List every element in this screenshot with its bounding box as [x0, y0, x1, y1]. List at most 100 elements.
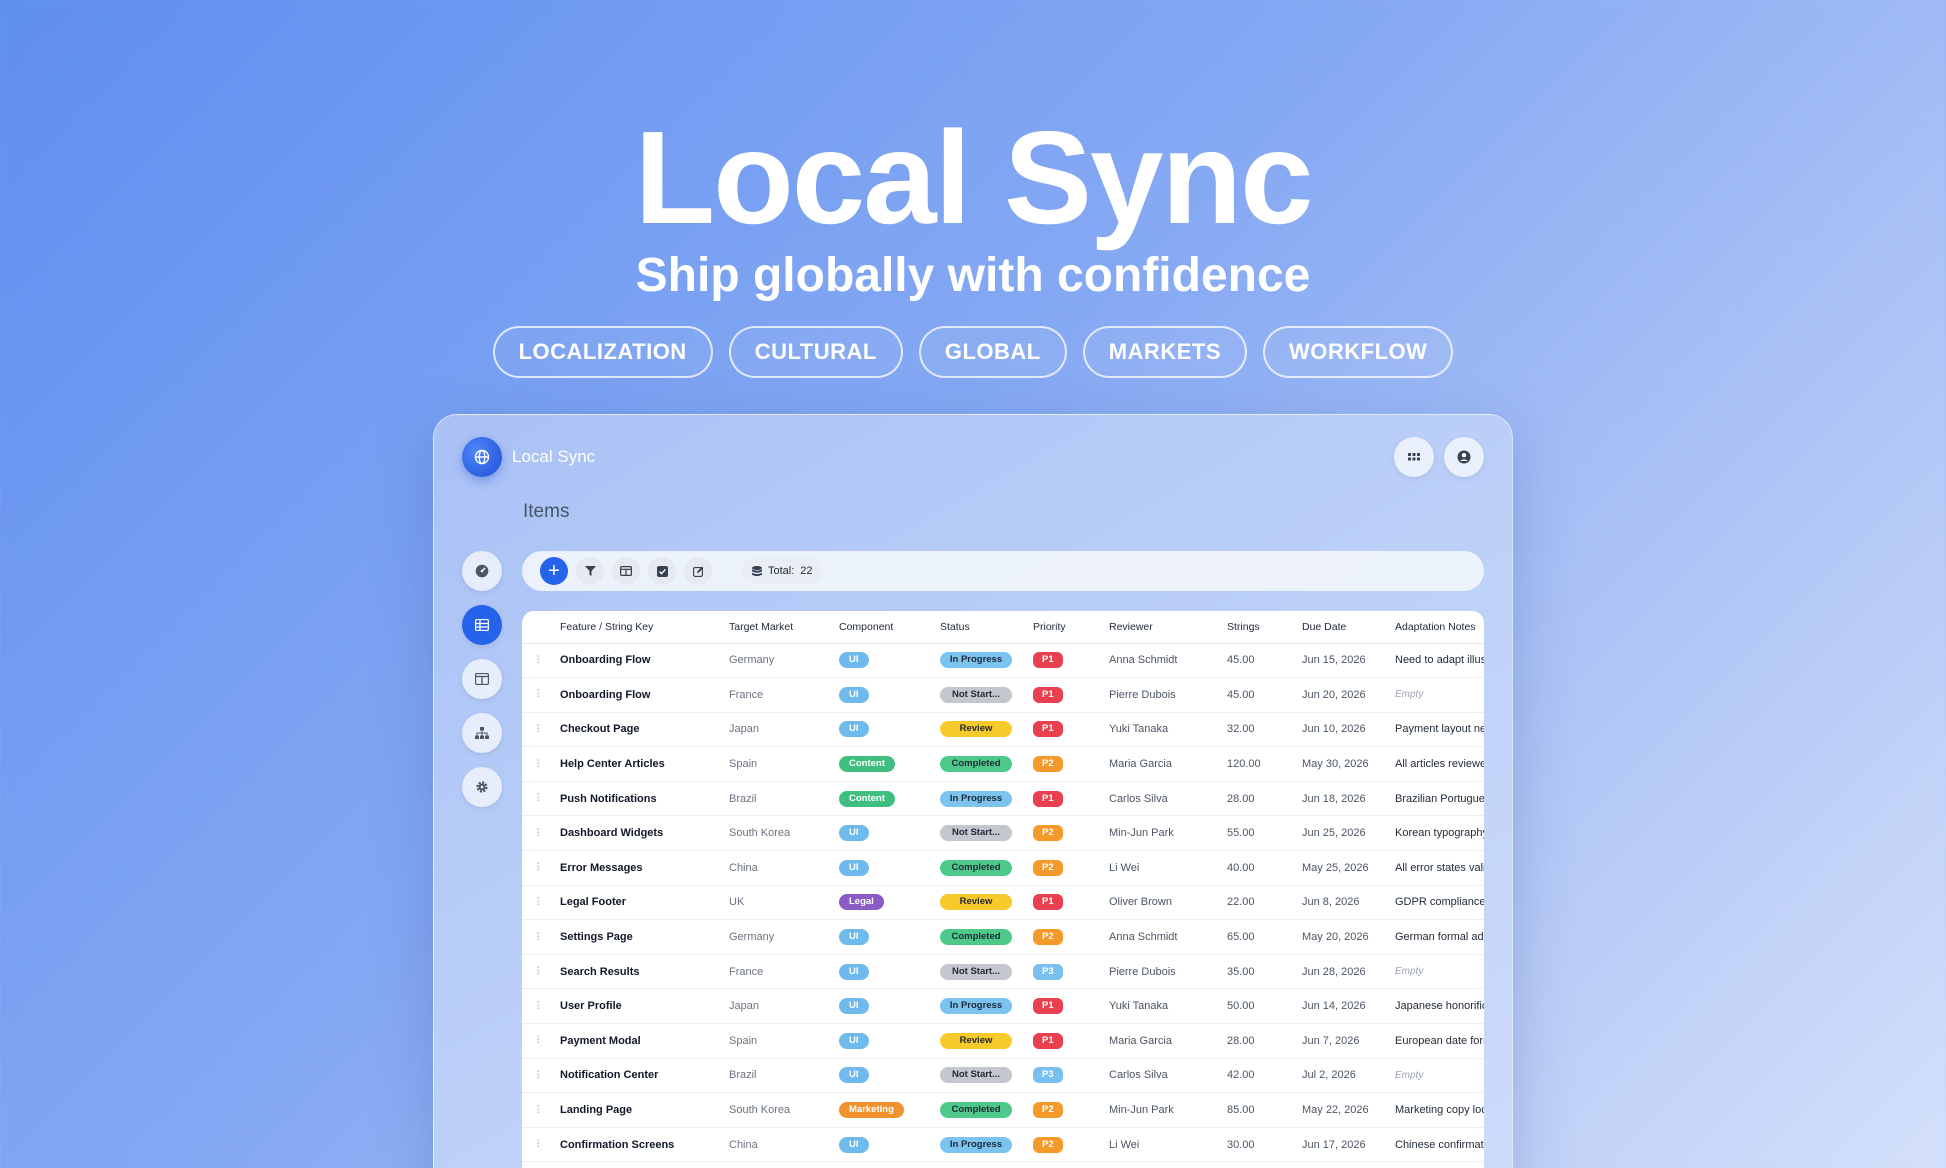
header-priority[interactable]: Priority	[1033, 611, 1109, 644]
globe-icon[interactable]	[462, 437, 502, 477]
cell-strings: 40.00	[1227, 850, 1302, 886]
table-row[interactable]: ⠇ Search Results France UI Not Start... P3 Pie…	[522, 954, 1484, 990]
apps-grid-icon[interactable]	[1394, 437, 1434, 477]
cell-strings: 45.00	[1227, 677, 1302, 713]
component-badge: Marketing	[839, 1102, 904, 1119]
cell-due-date: Jun 25, 2026	[1302, 815, 1395, 852]
drag-handle-icon[interactable]: ⠇	[522, 781, 560, 817]
table-row[interactable]: ⠇ User Profile Japan UI In Progress P1 Yuki Ta…	[522, 988, 1484, 1025]
table-row[interactable]: ⠇ Settings Page Germany UI Completed P2 Anna S…	[522, 919, 1484, 955]
table-row[interactable]: ⠇ Payment Modal Spain UI Review P1 Maria Garci…	[522, 1023, 1484, 1059]
cell-component: Marketing	[839, 1092, 940, 1128]
status-badge: Completed	[940, 1102, 1012, 1119]
cell-component: UI	[839, 643, 940, 679]
sidebar-layout[interactable]	[462, 659, 502, 699]
drag-handle-icon[interactable]: ⠇	[522, 988, 560, 1025]
table-row[interactable]: ⠇ Onboarding Flow France UI Not Start... P1 Pi…	[522, 677, 1484, 713]
table-row[interactable]: ⠇ Onboarding Flow Germany UI In Progress P1 An…	[522, 643, 1484, 679]
cell-component: Content	[839, 781, 940, 817]
drag-handle-icon[interactable]: ⠇	[522, 885, 560, 921]
cell-strings: 35.00	[1227, 954, 1302, 990]
cell-notes: Brazilian Portugues	[1395, 781, 1484, 817]
cell-strings: 120.00	[1227, 746, 1302, 782]
cell-market: Spain	[729, 746, 839, 782]
header-notes[interactable]: Adaptation Notes	[1395, 611, 1484, 644]
header-status[interactable]: Status	[940, 611, 1033, 644]
table-row[interactable]: ⠇ Dashboard Widgets South Korea UI Not Start…	[522, 815, 1484, 852]
priority-badge: P2	[1033, 825, 1063, 842]
select-button[interactable]	[648, 557, 676, 585]
priority-badge: P3	[1033, 963, 1063, 980]
header-market[interactable]: Target Market	[729, 611, 839, 644]
cell-due-date: Jun 10, 2026	[1302, 712, 1395, 748]
cell-feature: Legal Footer	[560, 885, 729, 921]
cell-due-date: Jun 18, 2026	[1302, 781, 1395, 817]
cell-notes: German formal add	[1395, 919, 1484, 955]
cell-status: Completed	[940, 919, 1033, 955]
cell-reviewer: Carlos Silva	[1109, 1058, 1227, 1094]
header-feature[interactable]: Feature / String Key	[560, 611, 729, 644]
header-drag	[522, 611, 560, 644]
cell-priority: P2	[1033, 1127, 1109, 1163]
sidebar-table[interactable]	[462, 605, 502, 645]
drag-handle-icon[interactable]: ⠇	[522, 850, 560, 886]
status-badge: Not Start...	[940, 1067, 1012, 1084]
table-row[interactable]: ⠇ Confirmation Screens China UI In Progress P…	[522, 1127, 1484, 1163]
cell-component: UI	[839, 1023, 940, 1059]
cell-market: China	[729, 1127, 839, 1163]
table-row[interactable]: ⠇ Checkout Page Japan UI Review P1 Yuki Tanaka…	[522, 712, 1484, 748]
table-row[interactable]: ⠇ Notification Center Brazil UI Not Start...…	[522, 1058, 1484, 1094]
cell-status: Completed	[940, 850, 1033, 886]
priority-badge: P2	[1033, 1136, 1063, 1153]
drag-handle-icon[interactable]: ⠇	[522, 815, 560, 852]
cell-reviewer: Li Wei	[1109, 1127, 1227, 1163]
header-due-date[interactable]: Due Date	[1302, 611, 1395, 644]
header-strings[interactable]: Strings	[1227, 611, 1302, 644]
drag-handle-icon[interactable]: ⠇	[522, 954, 560, 990]
filter-button[interactable]	[576, 557, 604, 585]
sidebar-hierarchy[interactable]	[462, 713, 502, 753]
table-row[interactable]: ⠇ Push Notifications Brazil Content In Progr…	[522, 781, 1484, 817]
cell-feature: Checkout Page	[560, 712, 729, 748]
add-button[interactable]: +	[540, 557, 568, 585]
cell-market: Brazil	[729, 1058, 839, 1094]
table-row[interactable]: ⠇ Landing Page South Korea Marketing Complet…	[522, 1092, 1484, 1128]
cell-feature: Help Center Articles	[560, 746, 729, 782]
header-reviewer[interactable]: Reviewer	[1109, 611, 1227, 644]
status-badge: In Progress	[940, 1136, 1012, 1153]
drag-handle-icon[interactable]: ⠇	[522, 919, 560, 955]
cell-strings: 50.00	[1227, 988, 1302, 1025]
cell-feature: Confirmation Screens	[560, 1127, 729, 1163]
drag-handle-icon[interactable]: ⠇	[522, 1127, 560, 1163]
drag-handle-icon[interactable]: ⠇	[522, 1092, 560, 1128]
drag-handle-icon[interactable]: ⠇	[522, 677, 560, 713]
drag-handle-icon[interactable]: ⠇	[522, 1023, 560, 1059]
sidebar-dashboard[interactable]	[462, 551, 502, 591]
priority-badge: P1	[1033, 721, 1063, 738]
columns-button[interactable]	[612, 557, 640, 585]
app-window: Local Sync Items + Total: 22 Feature / S…	[433, 414, 1513, 1168]
drag-handle-icon[interactable]: ⠇	[522, 1058, 560, 1094]
priority-badge: P1	[1033, 790, 1063, 807]
tag-localization: LOCALIZATION	[492, 326, 713, 378]
drag-handle-icon[interactable]: ⠇	[522, 643, 560, 679]
table-row[interactable]: ⠇ Error Messages China UI Completed P2 Li Wei 4…	[522, 850, 1484, 886]
priority-badge: P2	[1033, 859, 1063, 876]
sidebar-settings[interactable]	[462, 767, 502, 807]
cell-priority: P2	[1033, 746, 1109, 782]
drag-handle-icon[interactable]: ⠇	[522, 746, 560, 782]
cell-priority: P1	[1033, 885, 1109, 921]
cell-feature: Settings Page	[560, 919, 729, 955]
cell-due-date: Jun 7, 2026	[1302, 1023, 1395, 1059]
drag-handle-icon[interactable]: ⠇	[522, 712, 560, 748]
priority-badge: P1	[1033, 686, 1063, 703]
tag-workflow: WORKFLOW	[1263, 326, 1454, 378]
table-row[interactable]: ⠇ Legal Footer UK Legal Review P1 Oliver Brown…	[522, 885, 1484, 921]
edit-button[interactable]	[684, 557, 712, 585]
cell-notes: All error states vali	[1395, 850, 1484, 886]
header-component[interactable]: Component	[839, 611, 940, 644]
user-avatar-icon[interactable]	[1444, 437, 1484, 477]
table-row[interactable]: ⠇ Help Center Articles Spain Content Complet…	[522, 746, 1484, 782]
cell-market: France	[729, 677, 839, 713]
cell-market: France	[729, 954, 839, 990]
